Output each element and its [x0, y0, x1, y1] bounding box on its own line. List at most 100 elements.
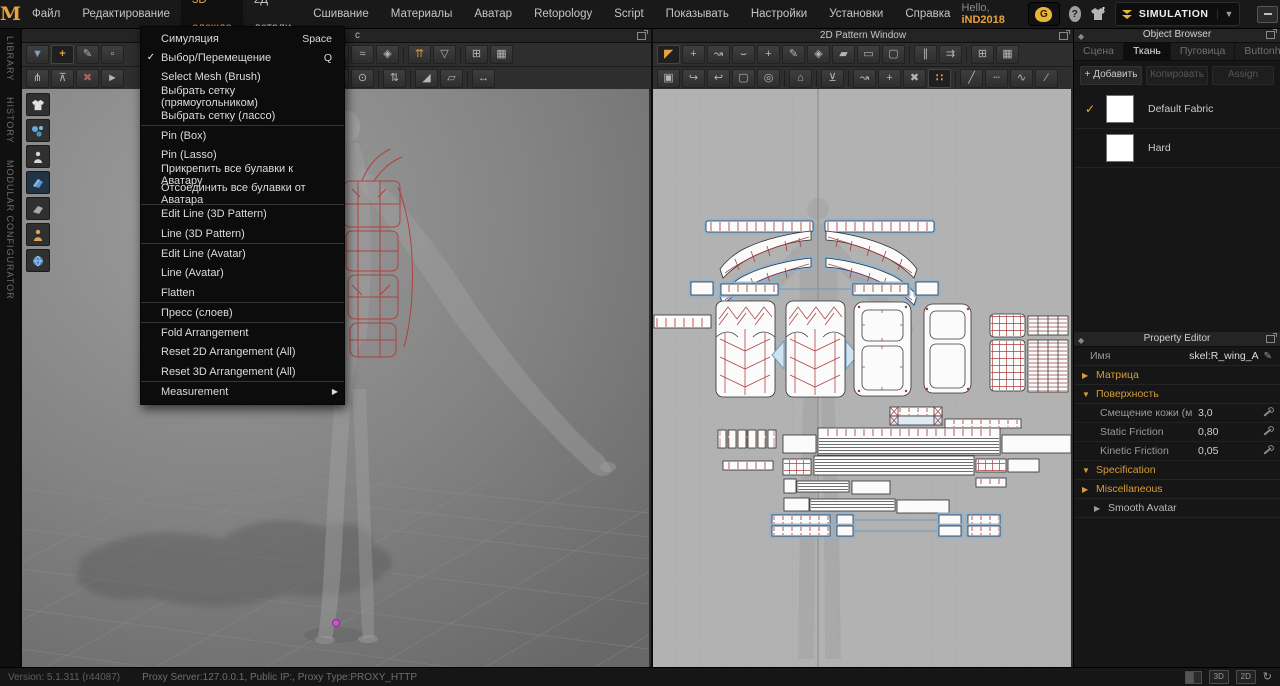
menubar-item-13[interactable]: Справка [894, 0, 961, 28]
polygon-button[interactable]: ▰ [832, 45, 855, 64]
seam-curve-button[interactable]: ∿ [1010, 69, 1033, 88]
pleats-fold-button[interactable]: ⇉ [939, 45, 962, 64]
simulate-button[interactable]: ▼ [26, 45, 49, 64]
pattern-rounded-panel-1[interactable] [854, 302, 911, 396]
menu3d-item[interactable]: Flatten [141, 283, 344, 302]
sync-refresh-icon[interactable]: ↻ [1263, 671, 1272, 683]
grid-3d-button[interactable]: ▦ [490, 45, 513, 64]
pin-remove-button[interactable]: ✖ [76, 69, 99, 88]
menubar-item-11[interactable]: Настройки [740, 0, 818, 28]
trace-button[interactable]: ◈ [807, 45, 830, 64]
menubar-item-6[interactable]: Материалы [380, 0, 464, 28]
tab-сцена[interactable]: Сцена [1074, 43, 1124, 60]
show-stitches-button[interactable]: ∷ [928, 69, 951, 88]
show-cloth-blue-icon[interactable] [26, 171, 50, 194]
edit-curve-point-2d-button[interactable]: ⌣ [732, 45, 755, 64]
section-miscellaneous[interactable]: ▶Miscellaneous [1074, 480, 1280, 499]
popout-icon[interactable] [1266, 31, 1275, 39]
menubar-item-12[interactable]: Установки [818, 0, 894, 28]
zipper-button[interactable]: ⇅ [383, 69, 406, 88]
dock-tab-library[interactable]: LIBRARY [5, 36, 15, 81]
gizmo-point[interactable] [333, 620, 340, 627]
grid-2d-button[interactable]: ▦ [996, 45, 1019, 64]
section-матрица[interactable]: ▶Матрица [1074, 366, 1280, 385]
pattern-chevron-panel-2[interactable] [786, 301, 845, 397]
wrench-icon[interactable] [1263, 447, 1271, 454]
fabric-swatch[interactable] [1106, 95, 1134, 123]
fabric-item[interactable]: Hard [1074, 129, 1280, 168]
sew-shirt-button[interactable]: ⊻ [821, 69, 844, 88]
menu3d-item[interactable]: Edit Line (3D Pattern) [141, 205, 344, 224]
property-value[interactable]: 0,80 [1198, 426, 1218, 438]
rotate-ccw-button[interactable]: ↪ [682, 69, 705, 88]
menu3d-item[interactable]: Выбрать сетку (лассо) [141, 106, 344, 125]
edit-pattern-button[interactable]: + [682, 45, 705, 64]
add-point-button[interactable]: + [757, 45, 780, 64]
menu3d-item[interactable]: Line (3D Pattern) [141, 224, 344, 243]
rectangle-button[interactable]: ▭ [857, 45, 880, 64]
help-icon[interactable]: ? [1069, 6, 1081, 22]
edit-curve-point-button[interactable]: ≈ [351, 45, 374, 64]
tab-ткань[interactable]: Ткань [1124, 43, 1171, 60]
copy-pattern-button[interactable]: ▢ [732, 69, 755, 88]
assign-button[interactable]: Assign [1212, 66, 1274, 85]
dock-tab-history[interactable]: HISTORY [5, 97, 15, 144]
pin-avatar-button[interactable]: ⊼ [51, 69, 74, 88]
menubar-item-10[interactable]: Показывать [655, 0, 740, 28]
free-sew-button[interactable]: + [878, 69, 901, 88]
mn-sew-button[interactable]: ✖ [903, 69, 926, 88]
select-cursor-button[interactable]: ► [101, 69, 124, 88]
pattern-left-strip[interactable] [654, 315, 711, 328]
dock-tab-modular-configurator[interactable]: MODULAR CONFIGURATOR [5, 160, 15, 300]
seam-angle-button[interactable]: ⁄ [1035, 69, 1058, 88]
fabric-item[interactable]: ✓Default Fabric [1074, 90, 1280, 129]
name-value[interactable]: skel:R_wing_A [1189, 350, 1258, 362]
dock-pin-icon[interactable]: ◆ [1078, 30, 1084, 44]
plane-button[interactable]: ▱ [440, 69, 463, 88]
menu3d-item[interactable]: Measurement▶ [141, 382, 344, 401]
lock-sphere-button[interactable]: ⊙ [351, 69, 374, 88]
view-3d-button[interactable]: 3D [1209, 670, 1229, 684]
select-mesh-rect-button[interactable]: ▫ [101, 45, 124, 64]
menu3d-item[interactable]: Pin (Box) [141, 126, 344, 145]
-добавить-button[interactable]: + Добавить [1080, 66, 1142, 85]
menubar-item-8[interactable]: Retopology [523, 0, 603, 28]
show-world-icon[interactable] [26, 249, 50, 272]
select-move-button[interactable]: + [51, 45, 74, 64]
show-garment-icon[interactable] [26, 93, 50, 116]
menu3d-item[interactable]: Reset 2D Arrangement (All) [141, 343, 344, 362]
simulation-mode-button[interactable]: SIMULATION ▼ [1115, 2, 1240, 26]
account-badge-icon[interactable]: G [1028, 2, 1059, 26]
wrench-icon[interactable] [1263, 409, 1271, 416]
unfold-button[interactable]: ▣ [657, 69, 680, 88]
pattern-chevron-panel-1[interactable] [716, 301, 775, 397]
property-value[interactable]: 0,05 [1198, 445, 1218, 457]
menubar-item-7[interactable]: Аватар [463, 0, 523, 28]
pen-button[interactable]: ✎ [782, 45, 805, 64]
zoom-pattern-button[interactable]: ◎ [757, 69, 780, 88]
dock-pin-icon[interactable]: ◆ [1078, 334, 1084, 348]
menu3d-item[interactable]: Reset 3D Arrangement (All) [141, 362, 344, 381]
arrangement-up-button[interactable]: ⇈ [408, 45, 431, 64]
2d-canvas[interactable]: .pw{fill:#fbfbfb;stroke:#2e2e2e;stroke-w… [653, 89, 1073, 667]
menu3d-item[interactable]: СимуляцияSpace [141, 29, 344, 48]
wrench-icon[interactable] [1263, 428, 1271, 435]
menu3d-item[interactable]: Отсоединить все булавки от Аватара [141, 184, 344, 203]
iron-button[interactable]: ⌂ [789, 69, 812, 88]
menu3d-item[interactable]: Пресс (слоев) [141, 303, 344, 322]
walk-avatar-button[interactable]: ⋔ [26, 69, 49, 88]
select-grid-2d-button[interactable]: ⊞ [971, 45, 994, 64]
menubar-item-2[interactable]: Редактирование [71, 0, 181, 28]
seam-line-button[interactable]: ╱ [960, 69, 983, 88]
menubar-item-1[interactable]: Файл [21, 0, 71, 28]
menu3d-item[interactable]: ✓Выбор/ПеремещениеQ [141, 48, 344, 67]
menu3d-item[interactable]: Edit Line (Avatar) [141, 244, 344, 263]
tab-buttonhole[interactable]: Buttonhole [1235, 43, 1280, 60]
section-smooth-avatar[interactable]: ▶Smooth Avatar [1074, 499, 1280, 518]
menu3d-item[interactable]: Fold Arrangement [141, 323, 344, 342]
fabric-swatch[interactable] [1106, 134, 1134, 162]
pattern-grid-pieces[interactable] [990, 314, 1068, 392]
view-2d-button[interactable]: 2D [1236, 670, 1256, 684]
menubar-item-9[interactable]: Script [603, 0, 654, 28]
popout-icon[interactable] [1266, 335, 1275, 343]
